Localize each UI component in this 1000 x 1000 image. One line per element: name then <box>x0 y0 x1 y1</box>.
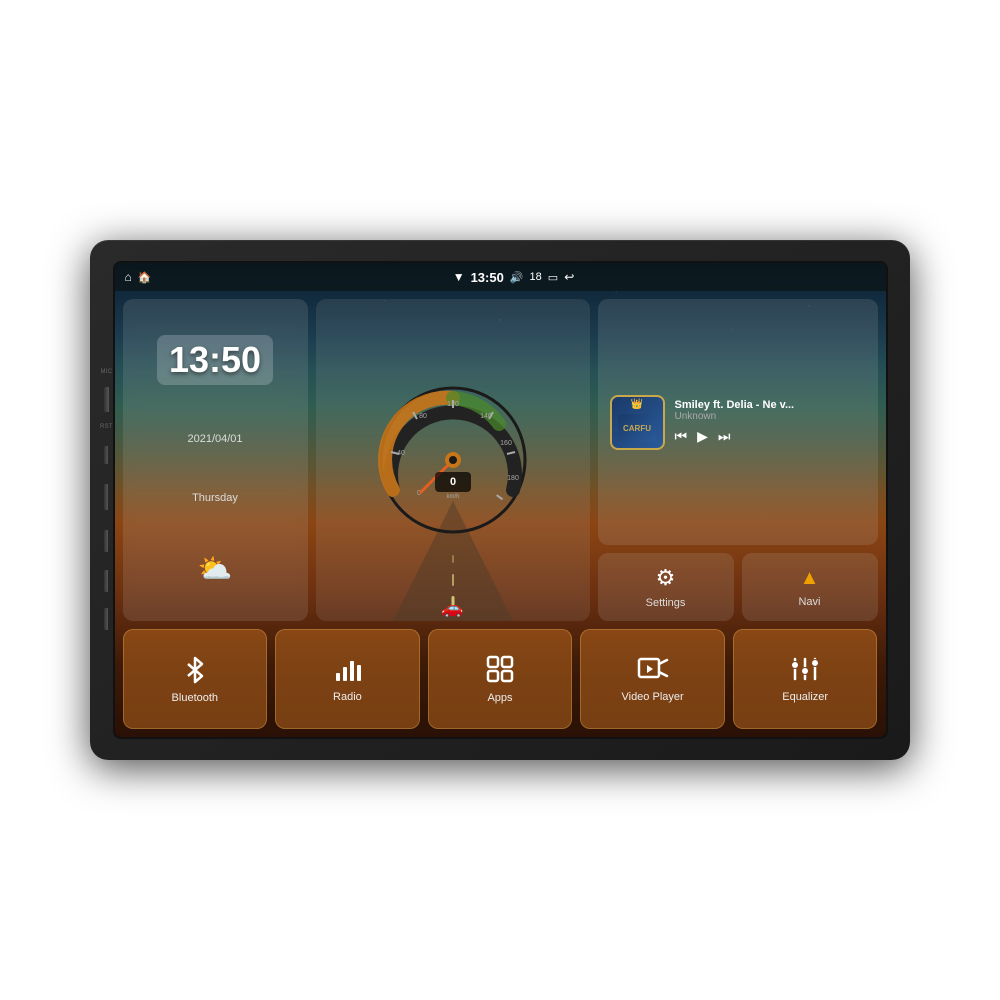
equalizer-label: Equalizer <box>782 691 828 703</box>
video-button[interactable]: Video Player <box>580 629 725 729</box>
apps-label: Apps <box>487 692 512 704</box>
radio-icon <box>332 655 362 683</box>
settings-icon: ⚙ <box>656 565 676 591</box>
bluetooth-icon <box>180 654 210 684</box>
music-panel[interactable]: 👑 CARFU Smiley ft. Delia - Ne v... Unkno… <box>598 299 878 545</box>
top-row: 13:50 2021/04/01 Thursday ⛅ <box>123 299 878 621</box>
screen: ⌂ 🏠 ▼ 13:50 🔊 18 ▭ ↩ <box>115 263 886 737</box>
speedometer-svg: 0 40 80 120 140 160 180 <box>373 380 533 540</box>
status-time: 13:50 <box>471 270 504 285</box>
bluetooth-button[interactable]: Bluetooth <box>123 629 268 729</box>
screen-bezel: ⌂ 🏠 ▼ 13:50 🔊 18 ▭ ↩ <box>113 261 888 739</box>
status-wifi-icon: ▼ <box>453 270 465 284</box>
equalizer-button[interactable]: Equalizer <box>733 629 878 729</box>
album-logo: CARFU <box>623 424 651 433</box>
clock-date: 2021/04/01 <box>187 433 242 445</box>
svg-text:0: 0 <box>449 476 455 488</box>
radio-button[interactable]: Radio <box>275 629 420 729</box>
side-back-button[interactable] <box>104 530 108 552</box>
status-home-icon[interactable]: ⌂ <box>125 270 132 284</box>
clock-day: Thursday <box>192 492 238 504</box>
music-title: Smiley ft. Delia - Ne v... <box>675 399 815 411</box>
right-column: 👑 CARFU Smiley ft. Delia - Ne v... Unkno… <box>598 299 878 621</box>
side-rst-label: RST <box>100 424 113 430</box>
music-controls: ⏮ ▶ ⏭ <box>675 428 866 445</box>
status-battery-icon: ▭ <box>548 271 558 284</box>
app-buttons-row: Bluetooth Radio <box>123 629 878 729</box>
bluetooth-label: Bluetooth <box>172 692 218 704</box>
music-info: Smiley ft. Delia - Ne v... Unknown ⏮ ▶ ⏭ <box>675 399 866 445</box>
svg-text:140: 140 <box>480 413 492 420</box>
side-home-button[interactable] <box>104 484 108 510</box>
main-content: 13:50 2021/04/01 Thursday ⛅ <box>115 291 886 737</box>
side-button-top[interactable] <box>104 387 109 412</box>
side-volup-button[interactable] <box>104 570 108 592</box>
equalizer-icon <box>790 655 820 683</box>
settings-button[interactable]: ⚙ Settings <box>598 553 734 621</box>
music-artist: Unknown <box>675 411 866 422</box>
svg-text:160: 160 <box>500 440 512 447</box>
side-mic-label: MIC <box>101 369 113 375</box>
weather-icon: ⛅ <box>198 552 233 585</box>
apps-icon <box>485 654 515 684</box>
album-art: 👑 CARFU <box>610 395 665 450</box>
next-button[interactable]: ⏭ <box>718 428 731 445</box>
navi-button[interactable]: ▲ Navi <box>742 553 878 621</box>
radio-label: Radio <box>333 691 362 703</box>
navi-icon: ▲ <box>800 567 820 590</box>
prev-button[interactable]: ⏮ <box>675 428 688 445</box>
speedometer-panel: 🚗 <box>316 299 590 621</box>
side-power-button[interactable] <box>104 446 108 464</box>
status-bar: ⌂ 🏠 ▼ 13:50 🔊 18 ▭ ↩ <box>115 263 886 291</box>
settings-label: Settings <box>646 597 686 609</box>
video-icon <box>637 655 669 683</box>
svg-text:km/h: km/h <box>446 494 459 500</box>
apps-button[interactable]: Apps <box>428 629 573 729</box>
quick-buttons-row: ⚙ Settings ▲ Navi <box>598 553 878 621</box>
side-controls: MIC RST <box>100 240 113 760</box>
side-voldown-button[interactable] <box>104 608 108 630</box>
status-back-icon[interactable]: ↩ <box>564 270 574 284</box>
status-volume-icon: 🔊 <box>510 271 524 284</box>
svg-text:40: 40 <box>397 450 405 457</box>
clock-time: 13:50 <box>157 335 273 385</box>
svg-text:180: 180 <box>507 475 519 482</box>
play-button[interactable]: ▶ <box>697 428 708 445</box>
clock-panel: 13:50 2021/04/01 Thursday ⛅ <box>123 299 308 621</box>
device-shell: MIC RST ⌂ 🏠 ▼ 13:50 <box>90 240 910 760</box>
navi-label: Navi <box>798 596 820 608</box>
status-volume-level: 18 <box>530 271 542 283</box>
status-house-icon[interactable]: 🏠 <box>138 271 152 284</box>
svg-text:120: 120 <box>447 401 459 408</box>
video-label: Video Player <box>621 691 683 703</box>
crown-icon: 👑 <box>631 399 643 410</box>
svg-text:80: 80 <box>419 413 427 420</box>
road-car-icon: 🚗 <box>441 598 463 619</box>
